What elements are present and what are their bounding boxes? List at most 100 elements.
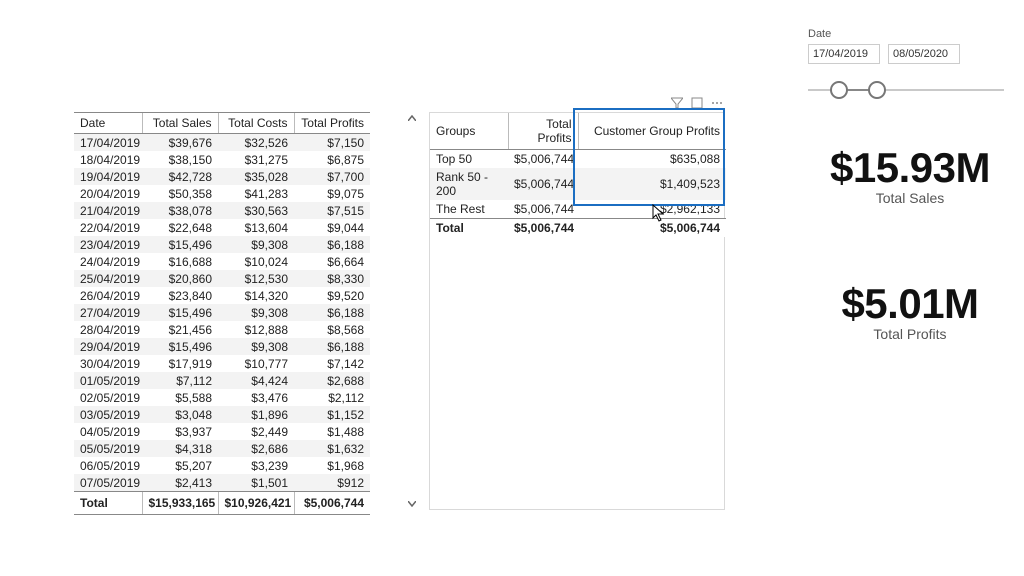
cell-profits: $2,688 xyxy=(294,372,370,389)
focus-mode-icon[interactable] xyxy=(690,96,704,110)
cell-sales: $39,676 xyxy=(142,134,218,152)
table-row[interactable]: Rank 50 - 200$5,006,744$1,409,523 xyxy=(430,168,726,200)
daily-scrollbar[interactable] xyxy=(406,112,418,510)
table-row[interactable]: 23/04/2019$15,496$9,308$6,188 xyxy=(74,236,370,253)
daily-table[interactable]: Date Total Sales Total Costs Total Profi… xyxy=(74,112,370,515)
cell-profits: $6,664 xyxy=(294,253,370,270)
cell-costs: $2,449 xyxy=(218,423,294,440)
table-row[interactable]: 28/04/2019$21,456$12,888$8,568 xyxy=(74,321,370,338)
table-row[interactable]: 22/04/2019$22,648$13,604$9,044 xyxy=(74,219,370,236)
col-total-costs[interactable]: Total Costs xyxy=(218,113,294,134)
kpi-total-profits-label: Total Profits xyxy=(810,326,1010,342)
cell-profits: $9,044 xyxy=(294,219,370,236)
groups-table-panel[interactable]: Groups Total Profits Customer Group Prof… xyxy=(429,112,725,510)
cell-costs: $2,686 xyxy=(218,440,294,457)
cell-profits: $9,075 xyxy=(294,185,370,202)
daily-total-costs: $10,926,421 xyxy=(218,492,294,515)
cell-profits: $8,568 xyxy=(294,321,370,338)
col-date[interactable]: Date xyxy=(74,113,142,134)
groups-total-profits: $5,006,744 xyxy=(508,219,578,238)
table-row[interactable]: 07/05/2019$2,413$1,501$912 xyxy=(74,474,370,492)
cell-customer-group-profits: $1,409,523 xyxy=(578,168,726,200)
cell-costs: $14,320 xyxy=(218,287,294,304)
cell-sales: $4,318 xyxy=(142,440,218,457)
cell-date: 17/04/2019 xyxy=(74,134,142,152)
cell-date: 02/05/2019 xyxy=(74,389,142,406)
scroll-down-icon[interactable] xyxy=(406,498,418,510)
date-slicer[interactable]: Date xyxy=(808,28,1004,100)
table-row[interactable]: 05/05/2019$4,318$2,686$1,632 xyxy=(74,440,370,457)
col-total-profits[interactable]: Total Profits xyxy=(294,113,370,134)
cell-costs: $10,777 xyxy=(218,355,294,372)
cell-profits: $1,968 xyxy=(294,457,370,474)
daily-total-profits: $5,006,744 xyxy=(294,492,370,515)
daily-table-panel[interactable]: Date Total Sales Total Costs Total Profi… xyxy=(74,112,370,515)
col-customer-group-profits[interactable]: Customer Group Profits xyxy=(578,113,726,150)
table-row[interactable]: The Rest$5,006,744$2,962,133 xyxy=(430,200,726,219)
cell-sales: $7,112 xyxy=(142,372,218,389)
filter-icon[interactable] xyxy=(670,96,684,110)
table-row[interactable]: 01/05/2019$7,112$4,424$2,688 xyxy=(74,372,370,389)
cell-profits: $6,875 xyxy=(294,151,370,168)
table-row[interactable]: Top 50$5,006,744$635,088 xyxy=(430,150,726,169)
cell-costs: $9,308 xyxy=(218,304,294,321)
table-row[interactable]: 30/04/2019$17,919$10,777$7,142 xyxy=(74,355,370,372)
table-row[interactable]: 19/04/2019$42,728$35,028$7,700 xyxy=(74,168,370,185)
kpi-total-sales[interactable]: $15.93M Total Sales xyxy=(810,144,1010,206)
cell-profits: $9,520 xyxy=(294,287,370,304)
date-start-input[interactable] xyxy=(808,44,880,64)
col-groups[interactable]: Groups xyxy=(430,113,508,150)
more-options-icon[interactable] xyxy=(710,96,724,110)
cell-costs: $4,424 xyxy=(218,372,294,389)
cell-costs: $1,501 xyxy=(218,474,294,492)
kpi-total-profits[interactable]: $5.01M Total Profits xyxy=(810,280,1010,342)
cell-date: 20/04/2019 xyxy=(74,185,142,202)
groups-total-row[interactable]: Total $5,006,744 $5,006,744 xyxy=(430,219,726,238)
col-group-profits[interactable]: Total Profits xyxy=(508,113,578,150)
slider-handle-start[interactable] xyxy=(830,81,848,99)
cell-sales: $38,150 xyxy=(142,151,218,168)
cell-sales: $2,413 xyxy=(142,474,218,492)
cell-date: 03/05/2019 xyxy=(74,406,142,423)
daily-total-row[interactable]: Total $15,933,165 $10,926,421 $5,006,744 xyxy=(74,492,370,515)
cell-sales: $23,840 xyxy=(142,287,218,304)
date-slider[interactable] xyxy=(808,80,1004,100)
groups-table[interactable]: Groups Total Profits Customer Group Prof… xyxy=(430,113,726,237)
kpi-total-sales-value: $15.93M xyxy=(810,144,1010,192)
cell-sales: $38,078 xyxy=(142,202,218,219)
table-row[interactable]: 26/04/2019$23,840$14,320$9,520 xyxy=(74,287,370,304)
table-row[interactable]: 20/04/2019$50,358$41,283$9,075 xyxy=(74,185,370,202)
cell-profits: $6,188 xyxy=(294,304,370,321)
cell-group-name: Top 50 xyxy=(430,150,508,169)
cell-date: 29/04/2019 xyxy=(74,338,142,355)
cell-profits: $1,632 xyxy=(294,440,370,457)
cell-group-profits: $5,006,744 xyxy=(508,168,578,200)
scroll-up-icon[interactable] xyxy=(406,112,418,124)
table-row[interactable]: 21/04/2019$38,078$30,563$7,515 xyxy=(74,202,370,219)
cell-date: 28/04/2019 xyxy=(74,321,142,338)
table-row[interactable]: 17/04/2019$39,676$32,526$7,150 xyxy=(74,134,370,152)
cell-group-profits: $5,006,744 xyxy=(508,200,578,219)
cell-date: 30/04/2019 xyxy=(74,355,142,372)
table-row[interactable]: 06/05/2019$5,207$3,239$1,968 xyxy=(74,457,370,474)
table-row[interactable]: 18/04/2019$38,150$31,275$6,875 xyxy=(74,151,370,168)
report-canvas: Date Total Sales Total Costs Total Profi… xyxy=(0,0,1024,576)
cell-date: 21/04/2019 xyxy=(74,202,142,219)
table-row[interactable]: 03/05/2019$3,048$1,896$1,152 xyxy=(74,406,370,423)
table-row[interactable]: 24/04/2019$16,688$10,024$6,664 xyxy=(74,253,370,270)
kpi-total-sales-label: Total Sales xyxy=(810,190,1010,206)
cell-date: 27/04/2019 xyxy=(74,304,142,321)
table-row[interactable]: 27/04/2019$15,496$9,308$6,188 xyxy=(74,304,370,321)
cell-costs: $35,028 xyxy=(218,168,294,185)
cell-profits: $8,330 xyxy=(294,270,370,287)
table-row[interactable]: 29/04/2019$15,496$9,308$6,188 xyxy=(74,338,370,355)
table-row[interactable]: 25/04/2019$20,860$12,530$8,330 xyxy=(74,270,370,287)
date-end-input[interactable] xyxy=(888,44,960,64)
kpi-total-profits-value: $5.01M xyxy=(810,280,1010,328)
slider-handle-end[interactable] xyxy=(868,81,886,99)
col-total-sales[interactable]: Total Sales xyxy=(142,113,218,134)
cell-sales: $3,937 xyxy=(142,423,218,440)
cell-date: 06/05/2019 xyxy=(74,457,142,474)
table-row[interactable]: 04/05/2019$3,937$2,449$1,488 xyxy=(74,423,370,440)
table-row[interactable]: 02/05/2019$5,588$3,476$2,112 xyxy=(74,389,370,406)
